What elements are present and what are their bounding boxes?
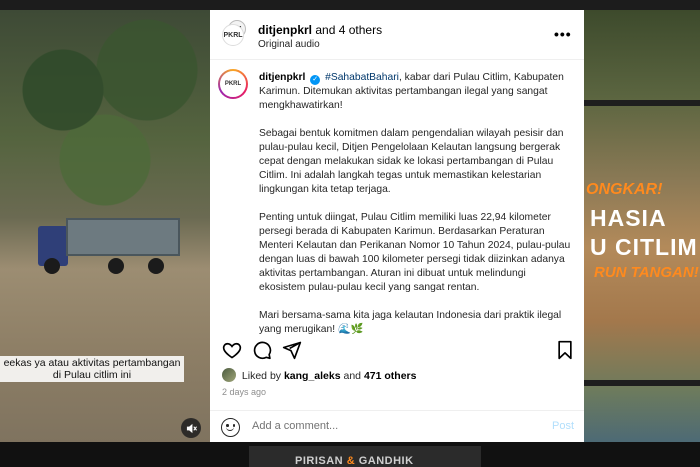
- likes-count[interactable]: 471 others: [364, 370, 417, 382]
- bottom-post-title: PIRISAN & GANDHIK: [295, 455, 414, 467]
- more-icon[interactable]: •••: [554, 26, 572, 42]
- background-top-strip: [0, 0, 700, 10]
- comment-bar: Post: [210, 410, 584, 442]
- dump-truck-image: [38, 218, 180, 276]
- likes-summary[interactable]: Liked by kang_aleks and 471 others: [222, 368, 416, 382]
- promo-text-line2: HASIA: [590, 205, 667, 231]
- collaborators-text[interactable]: and 4 others: [315, 23, 382, 37]
- promo-text-line3: U CITLIM: [590, 234, 698, 260]
- comment-input[interactable]: [252, 420, 532, 432]
- caption-paragraph-2: Sebagai bentuk komitmen dalam pengendali…: [259, 128, 564, 195]
- hashtag-link[interactable]: #SahabatBahari: [325, 72, 399, 83]
- post-modal: DJ PKRL ditjenpkrl and 4 others Original…: [210, 10, 584, 442]
- comment-icon[interactable]: [250, 338, 274, 362]
- liker-username[interactable]: kang_aleks: [284, 370, 341, 382]
- mute-icon[interactable]: [181, 418, 201, 438]
- bottom-word1: PIRISAN: [295, 455, 344, 467]
- action-bar: [210, 338, 584, 368]
- share-icon[interactable]: [280, 338, 304, 362]
- owner-avatar[interactable]: PKRL: [222, 24, 244, 46]
- caption-scroll-area[interactable]: PKRL ditjenpkrl ✓ #SahabatBahari, kabar …: [210, 61, 584, 338]
- forest-image: [0, 10, 210, 210]
- liked-connector: and: [343, 370, 362, 382]
- caption-username[interactable]: ditjenpkrl: [259, 72, 305, 83]
- bottom-ampersand: &: [346, 455, 356, 467]
- verified-badge-icon: ✓: [310, 75, 321, 85]
- liker-avatar[interactable]: [222, 368, 236, 382]
- audio-label[interactable]: Original audio: [258, 39, 320, 50]
- bookmark-icon[interactable]: [553, 338, 577, 362]
- owner-username[interactable]: ditjenpkrl: [258, 23, 312, 37]
- caption-avatar[interactable]: PKRL: [218, 69, 248, 99]
- caption-paragraph-3: Penting untuk diingat, Pulau Citlim memi…: [259, 212, 571, 293]
- bottom-word2: GANDHIK: [358, 455, 414, 467]
- video-caption-text: eekas ya atau aktivitas pertambangan di …: [0, 356, 184, 382]
- post-timestamp[interactable]: 2 days ago: [222, 387, 266, 397]
- heart-icon[interactable]: [220, 338, 244, 362]
- emoji-icon[interactable]: [221, 418, 240, 437]
- liked-by-prefix: Liked by: [241, 370, 282, 382]
- post-caption: ditjenpkrl ✓ #SahabatBahari, kabar dari …: [259, 71, 571, 338]
- post-header: DJ PKRL ditjenpkrl and 4 others Original…: [210, 10, 584, 60]
- promo-text-line4: RUN TANGAN!: [594, 264, 699, 281]
- post-comment-button[interactable]: Post: [552, 420, 574, 432]
- post-owner-line[interactable]: ditjenpkrl and 4 others: [258, 23, 382, 37]
- promo-text-line1: ONGKAR!: [586, 181, 663, 198]
- caption-paragraph-4: Mari bersama-sama kita jaga kelautan Ind…: [259, 310, 562, 335]
- caption-intro: , kabar dari Pulau Citlim, Kabupaten Kar…: [259, 72, 564, 111]
